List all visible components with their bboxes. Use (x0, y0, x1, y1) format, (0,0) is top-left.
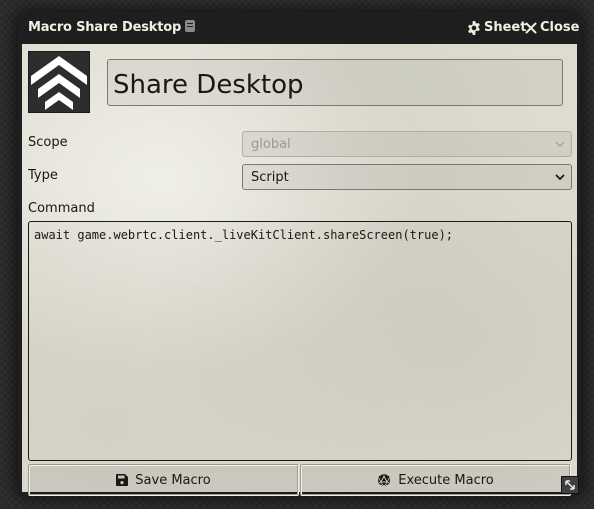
type-value: Script (251, 170, 289, 185)
document-id-icon[interactable] (185, 20, 196, 32)
macro-image[interactable] (28, 51, 90, 113)
window-title: Macro Share Desktop (28, 20, 196, 35)
chevron-down-icon (555, 174, 565, 181)
scope-value: global (251, 137, 291, 152)
save-macro-button[interactable]: Save Macro (28, 464, 299, 496)
macro-name-input[interactable] (107, 59, 563, 106)
command-textarea[interactable]: await game.webrtc.client._liveKitClient.… (28, 221, 572, 461)
save-icon (116, 474, 129, 486)
execute-macro-button[interactable]: Execute Macro (300, 464, 571, 496)
sheet-label: Sheet (484, 20, 527, 35)
window-titlebar[interactable]: Macro Share Desktop Sheet Close (18, 12, 581, 44)
type-select[interactable]: Script (242, 164, 572, 190)
scope-select[interactable]: global (242, 131, 572, 157)
window-title-label: Macro Share Desktop (28, 20, 182, 35)
save-macro-label: Save Macro (135, 472, 211, 488)
command-label: Command (28, 201, 95, 216)
scope-label: Scope (28, 135, 68, 150)
macro-config-window: Macro Share Desktop Sheet Close Scope (18, 12, 581, 496)
execute-macro-label: Execute Macro (398, 472, 494, 488)
triple-chevron-up-icon (31, 56, 87, 110)
dice-d20-icon (378, 473, 391, 487)
close-icon (525, 22, 537, 33)
chevron-down-icon (555, 141, 565, 148)
sheet-button[interactable]: Sheet (467, 20, 526, 35)
gear-icon (468, 20, 480, 35)
resize-arrows-icon (565, 480, 575, 490)
close-button[interactable]: Close (525, 20, 579, 35)
type-label: Type (28, 168, 58, 183)
close-label: Close (540, 20, 580, 35)
macro-config-form: Scope global Type Script Command await g… (22, 44, 577, 496)
resize-handle[interactable] (561, 476, 579, 494)
